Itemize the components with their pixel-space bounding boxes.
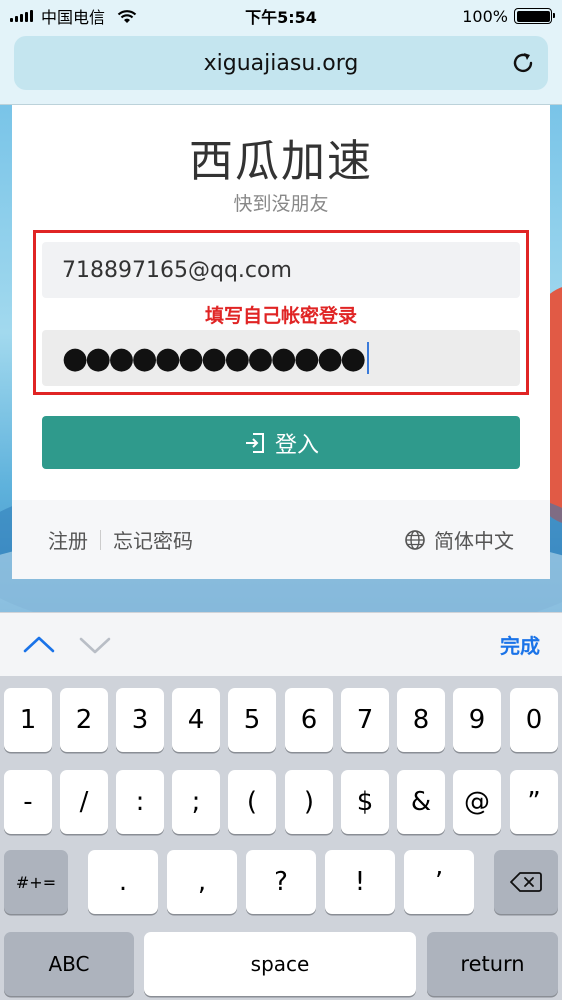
- key[interactable]: &: [397, 770, 445, 834]
- site-title: 西瓜加速: [189, 136, 373, 187]
- key[interactable]: 9: [453, 688, 501, 752]
- login-icon: [245, 432, 264, 453]
- key[interactable]: 6: [285, 688, 333, 752]
- next-field-arrow-icon[interactable]: [78, 628, 112, 662]
- url-bar[interactable]: xiguajiasu.org: [14, 36, 548, 90]
- key[interactable]: .: [88, 850, 158, 914]
- login-button[interactable]: 登入: [42, 416, 520, 469]
- status-right: 100%: [462, 6, 555, 26]
- key[interactable]: 2: [60, 688, 108, 752]
- symbols-shift-key[interactable]: #+=: [4, 850, 68, 914]
- globe-icon: [405, 529, 425, 550]
- language-switcher[interactable]: 简体中文: [404, 525, 514, 554]
- login-button-label: 登入: [274, 432, 319, 458]
- reload-icon[interactable]: [510, 50, 536, 76]
- key[interactable]: /: [60, 770, 108, 834]
- delete-key[interactable]: [494, 850, 558, 914]
- site-subtitle: 快到没朋友: [233, 193, 329, 215]
- key[interactable]: 1: [4, 688, 52, 752]
- return-key[interactable]: return: [427, 932, 558, 996]
- annotation-highlight-box: [33, 230, 529, 395]
- key[interactable]: !: [325, 850, 395, 914]
- key[interactable]: ): [285, 770, 333, 834]
- key[interactable]: -: [4, 770, 52, 834]
- key[interactable]: ”: [510, 770, 558, 834]
- status-left: 中国电信: [10, 4, 137, 28]
- key[interactable]: $: [341, 770, 389, 834]
- key[interactable]: 7: [341, 688, 389, 752]
- language-label[interactable]: 简体中文: [434, 525, 514, 554]
- key[interactable]: (: [228, 770, 276, 834]
- key[interactable]: ?: [246, 850, 316, 914]
- carrier-label: 中国电信: [41, 8, 106, 27]
- space-key[interactable]: space: [144, 932, 416, 996]
- login-card: 西瓜加速 快到没朋友 718897165@qq.com 填写自己帐密登录 ●●●…: [12, 105, 550, 579]
- key[interactable]: 5: [228, 688, 276, 752]
- key[interactable]: :: [116, 770, 164, 834]
- key[interactable]: ;: [172, 770, 220, 834]
- footer-divider: [100, 529, 101, 550]
- battery-fill: [516, 10, 550, 22]
- battery-icon: [514, 8, 555, 24]
- key[interactable]: @: [453, 770, 501, 834]
- signal-icon: [10, 10, 33, 22]
- battery-percent: 100%: [462, 6, 508, 26]
- register-link[interactable]: 注册: [48, 525, 88, 554]
- key[interactable]: ’: [404, 850, 474, 914]
- wifi-icon: [117, 9, 137, 23]
- key[interactable]: 4: [172, 688, 220, 752]
- keyboard: 1 2 3 4 5 6 7 8 9 0 - / : ; ( ) $ & @ ” …: [0, 676, 562, 1000]
- status-bar: 中国电信 下午5:54 100%: [0, 0, 562, 32]
- abc-key[interactable]: ABC: [4, 932, 134, 996]
- backspace-icon: [510, 872, 542, 892]
- url-text[interactable]: xiguajiasu.org: [204, 51, 359, 76]
- previous-field-arrow-icon[interactable]: [22, 628, 56, 662]
- done-button[interactable]: 完成: [500, 630, 540, 659]
- forgot-password-link[interactable]: 忘记密码: [113, 525, 193, 554]
- key[interactable]: 3: [116, 688, 164, 752]
- keyboard-toolbar: 完成: [0, 612, 562, 676]
- card-footer: 注册 忘记密码 简体中文: [12, 500, 550, 579]
- key[interactable]: 8: [397, 688, 445, 752]
- browser-url-area: xiguajiasu.org: [0, 32, 562, 105]
- key[interactable]: 0: [510, 688, 558, 752]
- key[interactable]: ,: [167, 850, 237, 914]
